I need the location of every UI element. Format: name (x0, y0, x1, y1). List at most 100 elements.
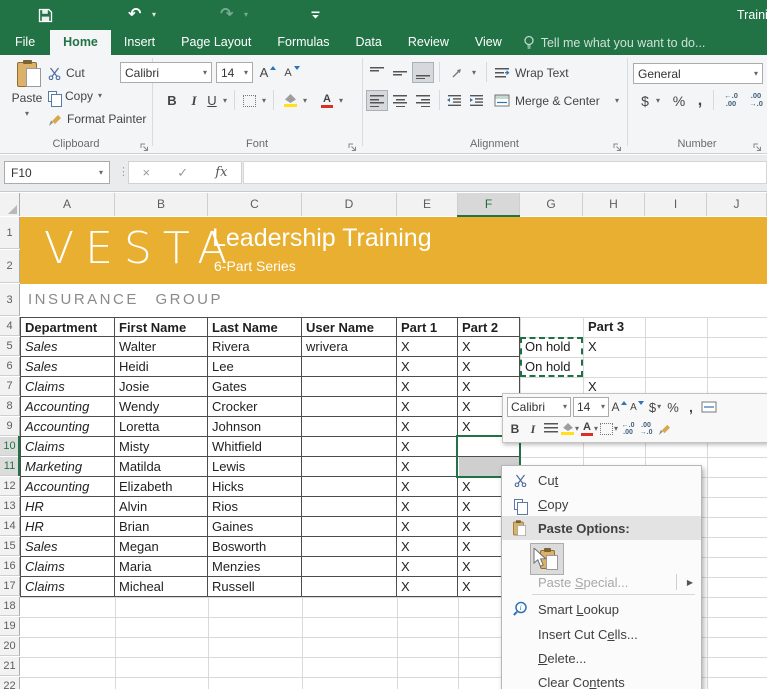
align-center-button[interactable] (389, 90, 411, 111)
undo-button[interactable]: ↶ (128, 6, 141, 24)
cell-D8[interactable] (302, 397, 397, 417)
paste-button[interactable]: Paste ▾ (6, 59, 48, 135)
cell-E12[interactable]: X (397, 477, 458, 497)
font-size-select[interactable]: 14 ▾ (216, 62, 253, 83)
context-menu-cut[interactable]: Cut (502, 468, 701, 492)
currency-format-dropdown[interactable]: ▾ (653, 90, 663, 111)
mini-font-name-select[interactable]: Calibri▾ (507, 397, 571, 417)
column-header-B[interactable]: B (115, 193, 208, 216)
table-header-part-1[interactable]: Part 1 (397, 317, 458, 337)
middle-align-button[interactable] (389, 62, 411, 83)
tab-insert[interactable]: Insert (111, 30, 168, 55)
table-header-department[interactable]: Department (20, 317, 115, 337)
name-box[interactable]: F10 ▾ (4, 161, 110, 184)
cancel-icon[interactable]: × (143, 166, 151, 179)
cell-C10[interactable]: Whitfield (208, 437, 302, 457)
number-format-select[interactable]: General ▾ (633, 63, 763, 84)
cell-D15[interactable] (302, 537, 397, 557)
cell-B13[interactable]: Alvin (115, 497, 208, 517)
cell-B14[interactable]: Brian (115, 517, 208, 537)
mini-shrink-font-button[interactable]: A (629, 397, 645, 417)
cut-button[interactable]: Cut (48, 63, 85, 83)
column-header-A[interactable]: A (20, 193, 115, 216)
font-name-select[interactable]: Calibri ▾ (120, 62, 212, 83)
redo-button[interactable]: ↷ (220, 6, 233, 24)
column-header-H[interactable]: H (583, 193, 645, 216)
cell-E13[interactable]: X (397, 497, 458, 517)
underline-dropdown[interactable]: ▾ (220, 90, 230, 111)
row-header-19[interactable]: 19 (0, 617, 20, 636)
mini-grow-font-button[interactable]: A (611, 397, 627, 417)
cell-E16[interactable]: X (397, 557, 458, 577)
tab-review[interactable]: Review (395, 30, 462, 55)
mini-font-size-select[interactable]: 14▾ (573, 397, 609, 417)
tab-file[interactable]: File (0, 30, 50, 55)
row-header-20[interactable]: 20 (0, 637, 20, 656)
cell-A12[interactable]: Accounting (20, 477, 115, 497)
tab-home[interactable]: Home (50, 30, 111, 55)
bold-button[interactable]: B (163, 90, 181, 111)
merge-center-dropdown[interactable]: ▾ (612, 90, 622, 111)
mini-increase-decimal-button[interactable]: ←.0.00 (620, 419, 636, 439)
comma-style-button[interactable]: , (694, 90, 706, 111)
font-color-button[interactable]: A (318, 90, 336, 111)
cell-D16[interactable] (302, 557, 397, 577)
row-header-5[interactable]: 5 (0, 337, 20, 356)
mini-comma-button[interactable]: , (683, 397, 699, 417)
cell-A13[interactable]: HR (20, 497, 115, 517)
cell-C12[interactable]: Hicks (208, 477, 302, 497)
cell-E10[interactable]: X (397, 437, 458, 457)
cell-E17[interactable]: X (397, 577, 458, 597)
cell-E8[interactable]: X (397, 397, 458, 417)
column-header-J[interactable]: J (707, 193, 767, 216)
save-button[interactable] (38, 6, 53, 24)
cell-B12[interactable]: Elizabeth (115, 477, 208, 497)
shrink-font-button[interactable]: A (281, 62, 303, 83)
cell-F6[interactable]: X (458, 357, 520, 377)
cell-A17[interactable]: Claims (20, 577, 115, 597)
cell-A8[interactable]: Accounting (20, 397, 115, 417)
align-right-button[interactable] (412, 90, 434, 111)
context-menu-smart-lookup[interactable]: i Smart Lookup (502, 597, 701, 621)
font-color-dropdown[interactable]: ▾ (336, 90, 346, 111)
align-left-button[interactable] (366, 90, 388, 111)
grow-font-button[interactable]: A (257, 62, 279, 83)
row-header-9[interactable]: 9 (0, 417, 20, 436)
cell-B7[interactable]: Josie (115, 377, 208, 397)
cell-E6[interactable]: X (397, 357, 458, 377)
row-header-4[interactable]: 4 (0, 317, 20, 336)
cell-B11[interactable]: Matilda (115, 457, 208, 477)
merge-center-button[interactable]: Merge & Center (494, 90, 612, 111)
copy-button[interactable]: Copy ▾ (48, 86, 102, 106)
cell-A16[interactable]: Claims (20, 557, 115, 577)
cell-D17[interactable] (302, 577, 397, 597)
row-header-6[interactable]: 6 (0, 357, 20, 376)
row-header-1[interactable]: 1 (0, 217, 20, 249)
mini-italic-button[interactable]: I (525, 419, 541, 439)
orientation-button[interactable] (445, 62, 469, 83)
borders-button[interactable] (240, 90, 258, 111)
percent-style-button[interactable]: % (669, 90, 689, 111)
mini-percent-button[interactable]: % (665, 397, 681, 417)
mini-align-button[interactable] (543, 419, 559, 439)
table-header-part-2[interactable]: Part 2 (458, 317, 520, 337)
formula-input[interactable] (243, 161, 767, 184)
cell-C11[interactable]: Lewis (208, 457, 302, 477)
customize-quick-access-button[interactable] (310, 6, 321, 24)
number-dialog-launcher[interactable] (753, 139, 763, 149)
bottom-align-button[interactable] (412, 62, 434, 83)
row-header-11[interactable]: 11 (0, 457, 20, 476)
mini-decrease-decimal-button[interactable]: .00→.0 (638, 419, 654, 439)
cell-H5[interactable]: X (584, 337, 644, 357)
cell-D9[interactable] (302, 417, 397, 437)
cell-F5[interactable]: X (458, 337, 520, 357)
row-header-15[interactable]: 15 (0, 537, 20, 556)
cell-A7[interactable]: Claims (20, 377, 115, 397)
cell-E14[interactable]: X (397, 517, 458, 537)
column-header-G[interactable]: G (520, 193, 583, 216)
decrease-indent-button[interactable] (444, 90, 464, 111)
column-header-C[interactable]: C (208, 193, 302, 216)
orientation-dropdown[interactable]: ▾ (469, 62, 479, 83)
cell-B17[interactable]: Micheal (115, 577, 208, 597)
redo-dropdown[interactable]: ▾ (244, 6, 248, 24)
